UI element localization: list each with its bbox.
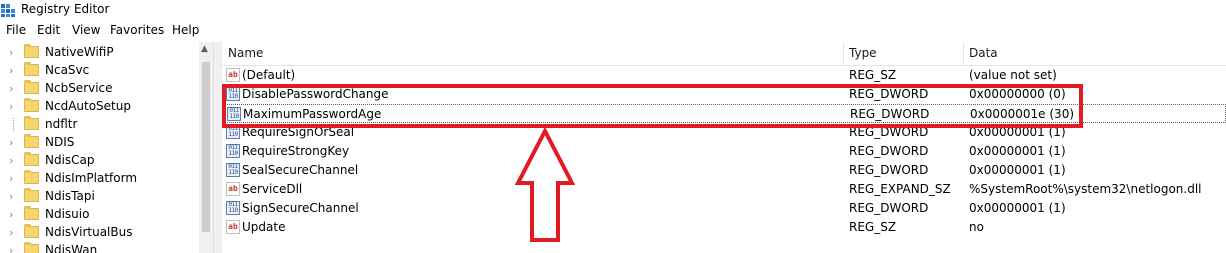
tree-item[interactable]: › NdisCap — [0, 152, 200, 170]
tree-item[interactable]: › NativeWifiP — [0, 44, 200, 62]
column-header-data[interactable]: Data — [969, 46, 998, 60]
table-row[interactable]: ab ServiceDll REG_EXPAND_SZ %SystemRoot%… — [222, 180, 1226, 199]
folder-icon — [24, 188, 39, 202]
title-bar: Registry Editor — [0, 0, 1226, 20]
table-row[interactable]: ab Update REG_SZ no — [222, 218, 1226, 237]
tree-item[interactable]: › NcaSvc — [0, 62, 200, 80]
chevron-right-icon[interactable]: › — [9, 136, 13, 149]
chevron-right-icon[interactable]: › — [9, 244, 13, 253]
arrow-up-icon — [515, 128, 575, 242]
folder-icon — [24, 242, 39, 253]
folder-icon — [24, 152, 39, 166]
tree-item[interactable]: › NdisWan — [0, 242, 200, 253]
highlight-box — [222, 84, 1083, 128]
chevron-right-icon[interactable]: › — [9, 46, 13, 59]
menu-favorites[interactable]: Favorites — [110, 23, 164, 37]
folder-icon — [24, 206, 39, 220]
chevron-right-icon[interactable]: › — [9, 64, 13, 77]
table-row[interactable]: 011 110 RequireStrongKey REG_DWORD 0x0000… — [222, 142, 1226, 161]
chevron-right-icon[interactable]: › — [9, 190, 13, 203]
tree-item[interactable]: › NcbService — [0, 80, 200, 98]
scroll-up-icon[interactable]: ▲ — [201, 44, 208, 54]
folder-icon — [24, 62, 39, 76]
string-value-icon: ab — [226, 68, 240, 82]
binary-value-icon: 011 110 — [226, 163, 240, 177]
menu-file[interactable]: File — [6, 23, 26, 37]
menu-help[interactable]: Help — [172, 23, 199, 37]
registry-tree[interactable]: › NativeWifiP › NcaSvc › NcbService › Nc… — [0, 42, 213, 253]
chevron-right-icon[interactable]: › — [9, 208, 13, 221]
values-list[interactable]: Name Type Data ab (Default) REG_SZ (valu… — [222, 42, 1226, 253]
tree-scrollbar[interactable]: ▲ — [199, 42, 213, 253]
column-header-name[interactable]: Name — [228, 46, 263, 60]
tree-item[interactable]: › NdisTapi — [0, 188, 200, 206]
menu-view[interactable]: View — [72, 23, 100, 37]
chevron-right-icon[interactable]: › — [9, 82, 13, 95]
tree-connector — [13, 118, 14, 131]
binary-value-icon: 011 110 — [226, 144, 240, 158]
registry-editor-icon — [1, 4, 15, 17]
window-title: Registry Editor — [21, 2, 110, 16]
chevron-right-icon[interactable]: › — [9, 154, 13, 167]
chevron-right-icon[interactable]: › — [9, 226, 13, 239]
chevron-right-icon[interactable]: › — [9, 172, 13, 185]
scroll-thumb[interactable] — [202, 62, 210, 232]
pane-splitter[interactable] — [213, 42, 222, 253]
string-value-icon: ab — [226, 220, 240, 234]
tree-item[interactable]: › Ndisuio — [0, 206, 200, 224]
folder-icon — [24, 44, 39, 58]
tree-item[interactable]: › NdisVirtualBus — [0, 224, 200, 242]
chevron-right-icon[interactable]: › — [9, 100, 13, 113]
table-row[interactable]: ab (Default) REG_SZ (value not set) — [222, 66, 1226, 85]
table-row[interactable]: 011 110 SignSecureChannel REG_DWORD 0x000… — [222, 199, 1226, 218]
menu-bar: File Edit View Favorites Help — [0, 22, 1226, 40]
list-header: Name Type Data — [222, 42, 1226, 66]
column-divider[interactable] — [843, 42, 844, 66]
folder-icon — [24, 116, 39, 130]
folder-icon — [24, 98, 39, 112]
tree-item[interactable]: › NDIS — [0, 134, 200, 152]
binary-value-icon: 011 110 — [226, 201, 240, 215]
tree-item[interactable]: › NcdAutoSetup — [0, 98, 200, 116]
tree-item[interactable]: ndfltr — [0, 116, 200, 134]
folder-icon — [24, 224, 39, 238]
folder-icon — [24, 134, 39, 148]
folder-icon — [24, 80, 39, 94]
menu-edit[interactable]: Edit — [37, 23, 60, 37]
tree-item[interactable]: › NdisImPlatform — [0, 170, 200, 188]
column-divider[interactable] — [963, 42, 964, 66]
string-value-icon: ab — [226, 182, 240, 196]
table-row[interactable]: 011 110 SealSecureChannel REG_DWORD 0x000… — [222, 161, 1226, 180]
folder-icon — [24, 170, 39, 184]
column-header-type[interactable]: Type — [849, 46, 877, 60]
